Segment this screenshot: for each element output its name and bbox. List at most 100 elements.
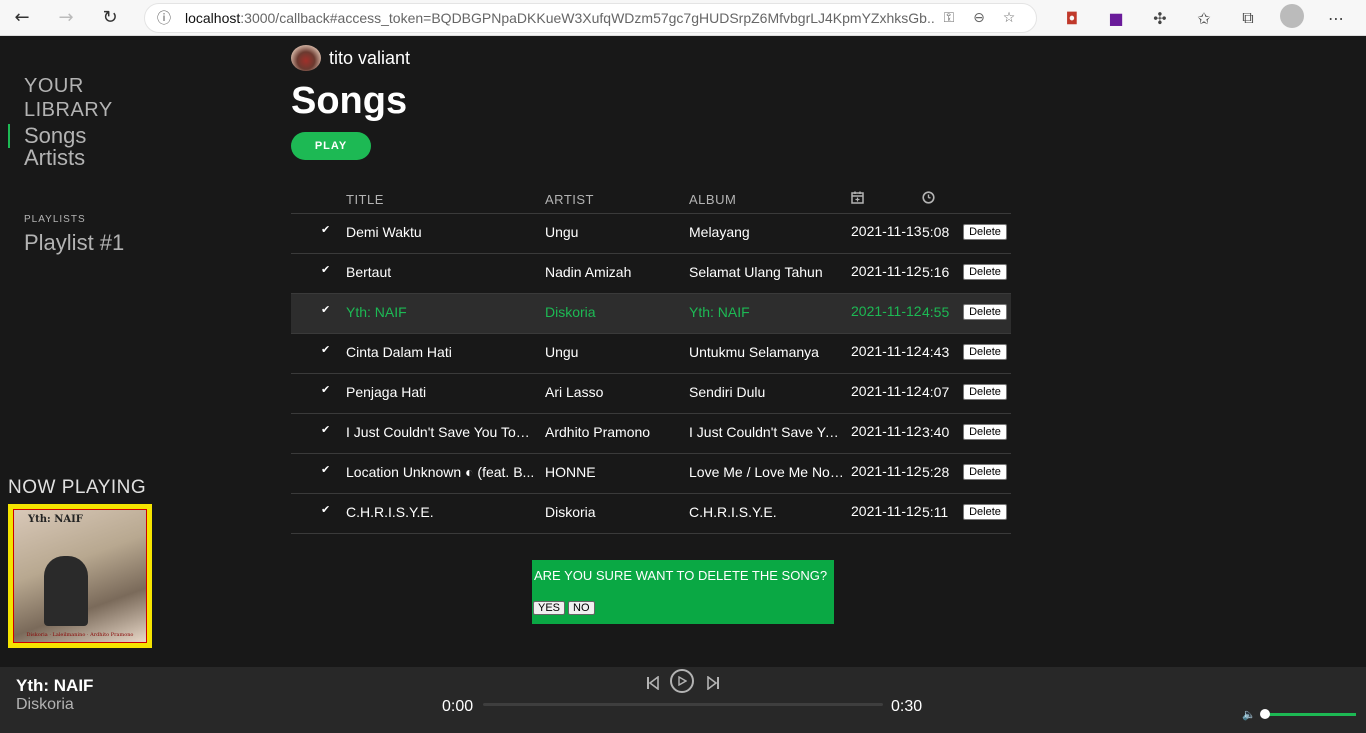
song-title: Penjaga Hati xyxy=(346,384,427,400)
next-icon[interactable] xyxy=(706,675,720,694)
library-title: YOUR LIBRARY xyxy=(24,75,113,121)
table-row[interactable]: ✔ Penjaga Hati Ari Lasso Sendiri Dulu 2021-1… xyxy=(291,374,1011,414)
song-duration: 5:16 xyxy=(922,264,950,280)
zoom-icon[interactable]: ⊖ xyxy=(964,10,994,26)
delete-button[interactable]: Delete xyxy=(963,504,1007,520)
pocket-extension-icon[interactable]: ◘ xyxy=(1050,9,1094,28)
profile-avatar[interactable] xyxy=(1270,4,1314,32)
back-icon[interactable]: ← xyxy=(0,0,44,36)
previous-icon[interactable] xyxy=(646,675,660,694)
confirm-message: ARE YOU SURE WANT TO DELETE THE SONG? xyxy=(534,568,828,583)
album-art-caption: Diskoria · Laleilmanino · Ardhito Pramon… xyxy=(26,632,134,638)
song-title: Location Unknown ◐ (feat. B... xyxy=(346,464,535,480)
delete-button[interactable]: Delete xyxy=(963,264,1007,280)
delete-confirm-dialog: ARE YOU SURE WANT TO DELETE THE SONG? YE… xyxy=(532,560,834,624)
table-row[interactable]: ✔ Bertaut Nadin Amizah Selamat Ulang Tahun 2… xyxy=(291,254,1011,294)
browser-toolbar: ← → ↻ ⓘ localhost:3000/callback#access_t… xyxy=(0,0,1366,36)
delete-button[interactable]: Delete xyxy=(963,344,1007,360)
song-album: C.H.R.I.S.Y.E. xyxy=(689,504,777,520)
user-avatar xyxy=(291,45,321,71)
more-menu-icon[interactable]: ⋯ xyxy=(1314,9,1358,28)
song-date: 2021-11-12 xyxy=(851,263,922,279)
song-album: Yth: NAIF xyxy=(689,304,750,320)
sidebar-item-playlist-1[interactable]: Playlist #1 xyxy=(24,230,124,256)
volume-slider[interactable] xyxy=(1259,709,1356,719)
song-artist: Diskoria xyxy=(545,504,596,520)
delete-button[interactable]: Delete xyxy=(963,464,1007,480)
song-artist: Nadin Amizah xyxy=(545,264,632,280)
url-text[interactable]: localhost:3000/callback#access_token=BQD… xyxy=(185,10,934,26)
delete-button[interactable]: Delete xyxy=(963,424,1007,440)
delete-button[interactable]: Delete xyxy=(963,224,1007,240)
key-icon[interactable]: ⚿ xyxy=(934,10,964,26)
player-track-title: Yth: NAIF xyxy=(16,676,94,695)
collections-icon[interactable]: ⧉ xyxy=(1226,8,1270,28)
column-title[interactable]: TITLE xyxy=(346,192,384,207)
player-bar: Yth: NAIF Diskoria 0:00 0:30 🔈 xyxy=(0,667,1366,733)
extension-icon[interactable]: ■ xyxy=(1094,9,1138,28)
song-album: Sendiri Dulu xyxy=(689,384,766,400)
delete-button[interactable]: Delete xyxy=(963,304,1007,320)
clock-icon[interactable] xyxy=(922,191,935,207)
extension-area: ◘ ■ ✣ ✩ ⧉ ⋯ xyxy=(1050,0,1358,36)
check-icon[interactable]: ✔ xyxy=(321,503,330,516)
volume-icon[interactable]: 🔈 xyxy=(1242,708,1256,721)
sidebar-item-songs[interactable]: Songs xyxy=(24,125,86,147)
info-icon[interactable]: ⓘ xyxy=(157,8,171,28)
address-bar[interactable]: ⓘ localhost:3000/callback#access_token=B… xyxy=(144,3,1037,33)
favorite-add-icon[interactable]: ☆ xyxy=(994,10,1024,26)
column-album[interactable]: ALBUM xyxy=(689,192,736,207)
check-icon[interactable]: ✔ xyxy=(321,463,330,476)
song-date: 2021-11-12 xyxy=(851,503,922,519)
table-row[interactable]: ✔ Location Unknown ◐ (feat. B... HONNE Love… xyxy=(291,454,1011,494)
yes-button[interactable]: YES xyxy=(533,601,566,615)
favorites-icon[interactable]: ✩ xyxy=(1182,9,1226,28)
delete-button[interactable]: Delete xyxy=(963,384,1007,400)
table-row[interactable]: ✔ C.H.R.I.S.Y.E. Diskoria C.H.R.I.S.Y.E. 202… xyxy=(291,494,1011,534)
song-duration: 5:08 xyxy=(922,224,950,240)
column-artist[interactable]: ARTIST xyxy=(545,192,594,207)
song-date: 2021-11-12 xyxy=(851,423,922,439)
check-icon[interactable]: ✔ xyxy=(321,383,330,396)
url-rest: :3000/callback#access_token=BQDBGPNpaDKK… xyxy=(240,10,934,26)
song-title: Demi Waktu xyxy=(346,224,422,240)
song-duration: 4:55 xyxy=(922,304,950,320)
song-date: 2021-11-13 xyxy=(851,223,922,239)
check-icon[interactable]: ✔ xyxy=(321,303,330,316)
now-playing-label: NOW PLAYING xyxy=(8,477,147,498)
song-title: I Just Couldn't Save You Toni... xyxy=(346,424,536,440)
song-date: 2021-11-12 xyxy=(851,383,922,399)
table-row[interactable]: ✔ I Just Couldn't Save You Toni... Ardhito… xyxy=(291,414,1011,454)
forward-icon[interactable]: → xyxy=(44,0,88,36)
refresh-icon[interactable]: ↻ xyxy=(88,0,132,36)
song-album: Untukmu Selamanya xyxy=(689,344,819,360)
songs-list: ✔ Demi Waktu Ungu Melayang 2021-11-13 5:08 Del… xyxy=(291,214,1011,534)
play-button[interactable]: PLAY xyxy=(291,132,371,160)
check-icon[interactable]: ✔ xyxy=(321,223,330,236)
song-title: Bertaut xyxy=(346,264,392,280)
song-date: 2021-11-12 xyxy=(851,463,922,479)
table-row[interactable]: ✔ Cinta Dalam Hati Ungu Untukmu Selamanya 20… xyxy=(291,334,1011,374)
table-header: TITLE ARTIST ALBUM xyxy=(291,186,1011,214)
progress-bar[interactable] xyxy=(483,703,883,706)
volume-handle[interactable] xyxy=(1259,709,1270,719)
song-album: Melayang xyxy=(689,224,750,240)
song-artist: HONNE xyxy=(545,464,596,480)
song-duration: 4:07 xyxy=(922,384,950,400)
check-icon[interactable]: ✔ xyxy=(321,343,330,356)
check-icon[interactable]: ✔ xyxy=(321,263,330,276)
play-icon[interactable] xyxy=(670,669,694,693)
total-time: 0:30 xyxy=(891,698,923,715)
song-artist: Ungu xyxy=(545,224,579,240)
check-icon[interactable]: ✔ xyxy=(321,423,330,436)
song-artist: Ari Lasso xyxy=(545,384,604,400)
table-row[interactable]: ✔ Yth: NAIF Diskoria Yth: NAIF 2021-11-12 4:5… xyxy=(291,294,1011,334)
page-title: Songs xyxy=(291,80,408,122)
no-button[interactable]: NO xyxy=(568,601,595,615)
song-artist: Ungu xyxy=(545,344,579,360)
extensions-puzzle-icon[interactable]: ✣ xyxy=(1138,9,1182,28)
calendar-icon[interactable] xyxy=(851,191,864,207)
sidebar-item-artists[interactable]: Artists xyxy=(24,147,85,169)
player-artist: Diskoria xyxy=(16,696,74,713)
table-row[interactable]: ✔ Demi Waktu Ungu Melayang 2021-11-13 5:08 Del… xyxy=(291,214,1011,254)
